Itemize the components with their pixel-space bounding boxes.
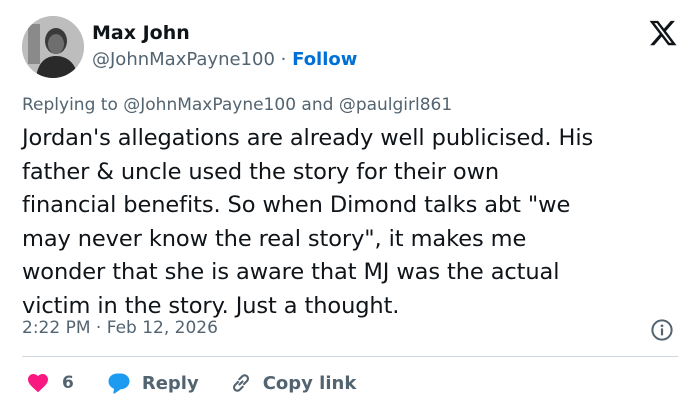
tweet-timestamp[interactable]: 2:22 PM · Feb 12, 2026 (22, 318, 218, 338)
info-icon[interactable] (650, 318, 674, 342)
author-name[interactable]: Max John (92, 22, 190, 44)
tweet-date: Feb 12, 2026 (106, 318, 218, 338)
tweet-line: financial benefits. So when Dimond talks… (22, 192, 571, 219)
heart-icon (26, 371, 50, 395)
copy-link-button[interactable]: Copy link (229, 371, 357, 395)
like-button[interactable]: 6 (26, 371, 74, 395)
reply-handle-link-1[interactable]: @JohnMaxPayne100 (123, 95, 296, 115)
divider (22, 356, 678, 357)
reply-button[interactable]: Reply (106, 371, 199, 395)
reply-context: Replying to @JohnMaxPayne100 and @paulgi… (22, 95, 452, 115)
handle-separator: · (280, 49, 287, 70)
reply-label: Reply (141, 372, 199, 394)
x-logo-icon[interactable] (648, 18, 678, 48)
tweet-time: 2:22 PM (22, 318, 91, 338)
speech-bubble-icon (106, 371, 132, 395)
copy-link-label: Copy link (262, 372, 357, 394)
reply-prefix: Replying to (22, 95, 118, 115)
link-icon (229, 371, 253, 395)
author-handle[interactable]: @JohnMaxPayne100 (92, 49, 275, 70)
tweet-line: may never know the real story", it makes… (22, 225, 527, 252)
tweet-line: wonder that she is aware that MJ was the… (22, 259, 560, 286)
reply-conjunction: and (301, 95, 334, 115)
reply-handle-link-2[interactable]: @paulgirl861 (339, 95, 452, 115)
avatar[interactable] (22, 16, 84, 78)
tweet-text: Jordan's allegations are already well pu… (22, 122, 682, 324)
tweet-line: Jordan's allegations are already well pu… (22, 125, 594, 151)
avatar-image (22, 16, 84, 78)
tweet-line: father & uncle used the story for their … (22, 158, 500, 185)
like-count: 6 (62, 373, 74, 393)
author-handle-line: @JohnMaxPayne100 · Follow (92, 49, 357, 70)
follow-button[interactable]: Follow (292, 49, 357, 70)
timestamp-separator: · (95, 318, 102, 338)
action-bar: 6 Reply Copy link (26, 369, 356, 397)
